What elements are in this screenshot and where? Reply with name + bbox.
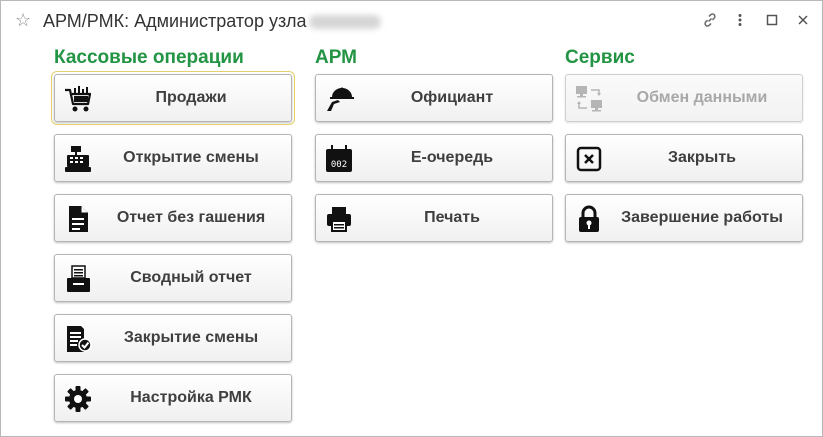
rmk-settings-button-label: Настройка РМК (130, 389, 252, 406)
x-report-button-label: Отчет без гашения (116, 209, 266, 226)
window-title: АРМ/РМК: Администратор узла (43, 10, 381, 32)
e-queue-button[interactable]: 002 E-очередь (315, 134, 553, 182)
queue-display-number: 002 (331, 160, 347, 170)
more-vertical-icon[interactable] (731, 11, 749, 29)
section-title-cash: Кассовые операции (54, 47, 244, 68)
padlock-icon (574, 204, 604, 234)
data-exchange-icon (574, 84, 604, 114)
data-exchange-button-label: Обмен данными (636, 89, 768, 106)
document-check-icon (63, 324, 93, 354)
section-title-arm: АРМ (315, 47, 357, 68)
waiter-button[interactable]: Официант (315, 74, 553, 122)
shopping-cart-icon (63, 84, 93, 114)
maximize-icon[interactable] (763, 11, 781, 29)
open-shift-button[interactable]: Открытие смены (54, 134, 292, 182)
link-icon[interactable] (701, 11, 719, 29)
sales-button-label: Продажи (155, 89, 227, 106)
close-button-label: Закрыть (667, 149, 737, 166)
report-printer-icon (63, 264, 93, 294)
print-button-label: Печать (424, 209, 480, 226)
summary-report-button-label: Сводный отчет (130, 269, 252, 286)
close-box-icon (574, 144, 604, 174)
redacted-node-name (308, 15, 381, 30)
title-bar: ☆ АРМ/РМК: Администратор узла (1, 1, 822, 41)
print-button[interactable]: Печать (315, 194, 553, 242)
close-icon[interactable] (794, 11, 812, 29)
queue-display-icon: 002 (324, 144, 354, 174)
gear-icon (63, 384, 93, 414)
app-window: ☆ АРМ/РМК: Администратор узла Кассовые о… (0, 0, 823, 437)
x-report-button[interactable]: Отчет без гашения (54, 194, 292, 242)
close-button[interactable]: Закрыть (565, 134, 803, 182)
data-exchange-button[interactable]: Обмен данными (565, 74, 803, 122)
e-queue-button-label: E-очередь (410, 149, 494, 166)
summary-report-button[interactable]: Сводный отчет (54, 254, 292, 302)
star-icon[interactable]: ☆ (15, 10, 31, 30)
cash-register-icon (63, 144, 93, 174)
shutdown-button[interactable]: Завершение работы (565, 194, 803, 242)
window-title-text: АРМ/РМК: Администратор узла (43, 11, 307, 31)
waiter-tray-icon (324, 84, 354, 114)
sales-button[interactable]: Продажи (51, 71, 295, 125)
document-icon (63, 204, 93, 234)
rmk-settings-button[interactable]: Настройка РМК (54, 374, 292, 422)
open-shift-button-label: Открытие смены (123, 149, 259, 166)
section-title-service: Сервис (565, 47, 635, 68)
close-shift-button-label: Закрытие смены (123, 329, 259, 346)
close-shift-button[interactable]: Закрытие смены (54, 314, 292, 362)
waiter-button-label: Официант (410, 89, 494, 106)
shutdown-button-label: Завершение работы (621, 209, 783, 226)
printer-icon (324, 204, 354, 234)
